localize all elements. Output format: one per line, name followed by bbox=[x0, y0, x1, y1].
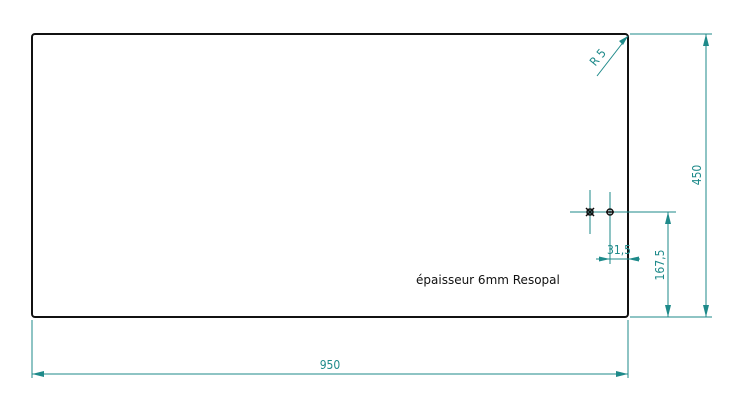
width-dimension: 950 bbox=[31, 320, 629, 378]
mounting-holes bbox=[570, 190, 620, 234]
material-note: épaisseur 6mm Resopal bbox=[416, 273, 560, 287]
width-dimension-label: 950 bbox=[320, 358, 341, 372]
hole-vertical-dimension-label: 167,5 bbox=[653, 250, 667, 281]
corner-radius-callout: R 5 bbox=[587, 35, 629, 77]
technical-drawing: 950 450 167,5 31,5 R 5 épaisseur 6mm Res… bbox=[31, 33, 712, 378]
hole-left-symbol bbox=[585, 207, 595, 217]
hole-horizontal-dimension: 31,5 bbox=[596, 216, 640, 264]
hole-horizontal-dimension-label: 31,5 bbox=[607, 243, 631, 257]
hole-vertical-dimension: 167,5 bbox=[612, 211, 676, 317]
height-dimension-label: 450 bbox=[690, 165, 704, 186]
height-dimension: 450 bbox=[630, 33, 712, 318]
